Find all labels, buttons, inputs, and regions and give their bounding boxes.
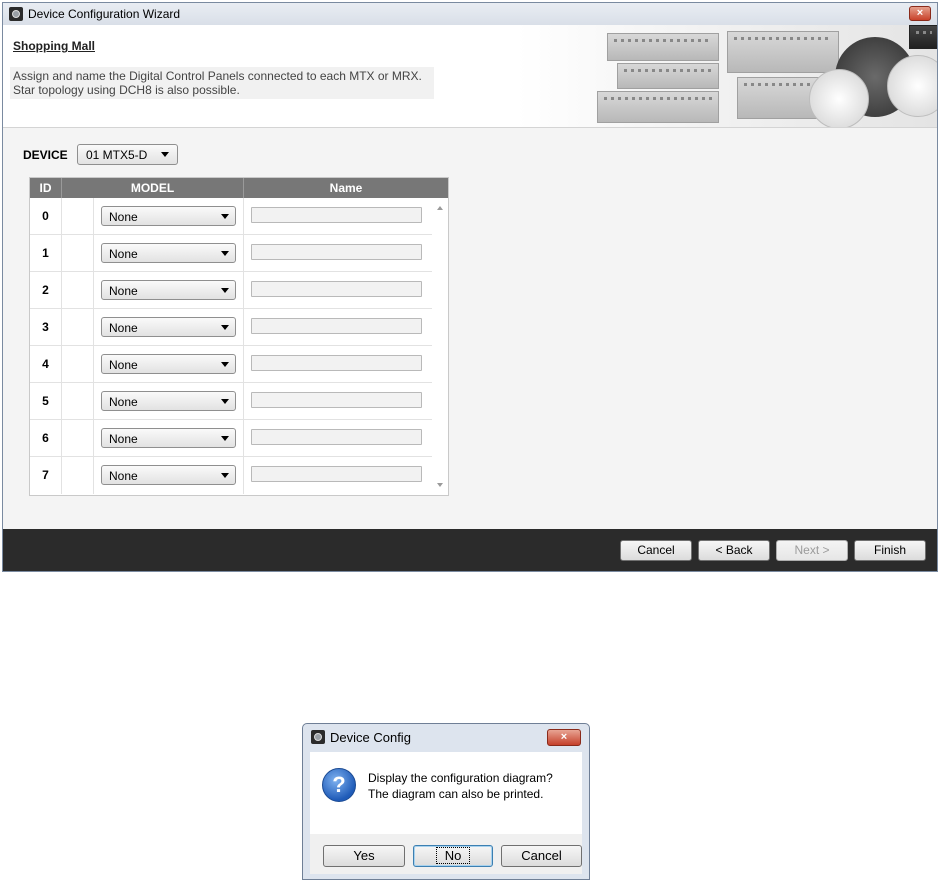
- name-input[interactable]: [251, 429, 422, 445]
- chevron-down-icon: [221, 214, 229, 219]
- row-id: 0: [30, 198, 62, 234]
- table-row: 0 None: [30, 198, 432, 235]
- device-select-value: 01 MTX5-D: [86, 148, 148, 162]
- no-button[interactable]: No: [413, 845, 493, 867]
- model-select[interactable]: None: [101, 465, 236, 485]
- model-select-value: None: [109, 210, 138, 224]
- name-input[interactable]: [251, 207, 422, 223]
- app-icon: [311, 730, 325, 744]
- window-title: Device Configuration Wizard: [28, 7, 181, 21]
- dialog-message-line-2: The diagram can also be printed.: [368, 787, 544, 801]
- model-select-value: None: [109, 432, 138, 446]
- next-button[interactable]: Next >: [776, 540, 848, 561]
- scroll-down-arrow-icon[interactable]: [437, 483, 443, 487]
- name-input[interactable]: [251, 244, 422, 260]
- table-scrollbar[interactable]: [432, 198, 448, 495]
- chevron-down-icon: [221, 436, 229, 441]
- model-select[interactable]: None: [101, 206, 236, 226]
- chevron-down-icon: [221, 288, 229, 293]
- model-select[interactable]: None: [101, 243, 236, 263]
- dialog-message: Display the configuration diagram? The d…: [368, 770, 553, 802]
- description-line-1: Assign and name the Digital Control Pane…: [13, 69, 422, 83]
- model-select-value: None: [109, 395, 138, 409]
- no-button-label: No: [435, 847, 471, 864]
- column-header-name: Name: [329, 181, 363, 195]
- panel-table: ID MODEL Name 0 None 1 None 2 None 3 Non…: [29, 177, 449, 496]
- name-input[interactable]: [251, 355, 422, 371]
- wizard-header: Shopping Mall Assign and name the Digita…: [3, 25, 937, 128]
- table-row: 5 None: [30, 383, 432, 420]
- device-label: DEVICE: [23, 148, 68, 162]
- model-select-value: None: [109, 358, 138, 372]
- description-line-2: Star topology using DCH8 is also possibl…: [13, 83, 240, 97]
- row-id: 6: [30, 420, 62, 456]
- page-title: Shopping Mall: [13, 39, 95, 53]
- row-id: 2: [30, 272, 62, 308]
- model-select-value: None: [109, 321, 138, 335]
- table-header: ID MODEL Name: [30, 178, 448, 198]
- row-id: 7: [30, 457, 62, 494]
- device-config-dialog: Device Config × ? Display the configurat…: [302, 723, 590, 880]
- page-description: Assign and name the Digital Control Pane…: [10, 67, 434, 99]
- model-select[interactable]: None: [101, 354, 236, 374]
- table-row: 7 None: [30, 457, 432, 494]
- yes-button[interactable]: Yes: [323, 845, 405, 867]
- column-header-id: ID: [30, 178, 62, 198]
- dialog-button-bar: Yes No Cancel: [310, 834, 582, 874]
- row-id: 1: [30, 235, 62, 271]
- model-select-value: None: [109, 469, 138, 483]
- dialog-body: ? Display the configuration diagram? The…: [310, 752, 582, 834]
- header-product-image: [517, 25, 937, 127]
- title-bar: Device Configuration Wizard ×: [3, 3, 937, 26]
- row-id: 3: [30, 309, 62, 345]
- table-row: 2 None: [30, 272, 432, 309]
- row-id: 5: [30, 383, 62, 419]
- chevron-down-icon: [221, 251, 229, 256]
- table-row: 4 None: [30, 346, 432, 383]
- dialog-title: Device Config: [330, 730, 411, 745]
- question-icon: ?: [322, 768, 356, 802]
- chevron-down-icon: [221, 325, 229, 330]
- device-configuration-wizard-window: Device Configuration Wizard × Shopping M…: [2, 2, 938, 572]
- row-id: 4: [30, 346, 62, 382]
- name-input[interactable]: [251, 392, 422, 408]
- device-select[interactable]: 01 MTX5-D: [77, 144, 178, 165]
- chevron-down-icon: [221, 473, 229, 478]
- cancel-button[interactable]: Cancel: [620, 540, 692, 561]
- name-input[interactable]: [251, 281, 422, 297]
- model-select[interactable]: None: [101, 280, 236, 300]
- finish-button[interactable]: Finish: [854, 540, 926, 561]
- chevron-down-icon: [221, 399, 229, 404]
- close-button[interactable]: ×: [909, 6, 931, 21]
- chevron-down-icon: [161, 152, 169, 157]
- model-select[interactable]: None: [101, 391, 236, 411]
- name-input[interactable]: [251, 318, 422, 334]
- app-icon: [9, 7, 23, 21]
- table-row: 3 None: [30, 309, 432, 346]
- model-select[interactable]: None: [101, 317, 236, 337]
- dialog-message-line-1: Display the configuration diagram?: [368, 771, 553, 785]
- back-button[interactable]: < Back: [698, 540, 770, 561]
- model-select-value: None: [109, 247, 138, 261]
- model-select-value: None: [109, 284, 138, 298]
- dialog-close-button[interactable]: ×: [547, 729, 581, 746]
- model-select[interactable]: None: [101, 428, 236, 448]
- column-header-model: MODEL: [62, 178, 244, 198]
- table-row: 1 None: [30, 235, 432, 272]
- scroll-up-arrow-icon[interactable]: [437, 206, 443, 210]
- dialog-cancel-button[interactable]: Cancel: [501, 845, 582, 867]
- dialog-title-bar: Device Config ×: [303, 724, 589, 750]
- table-row: 6 None: [30, 420, 432, 457]
- wizard-footer: Cancel < Back Next > Finish: [3, 529, 937, 571]
- name-input[interactable]: [251, 466, 422, 482]
- chevron-down-icon: [221, 362, 229, 367]
